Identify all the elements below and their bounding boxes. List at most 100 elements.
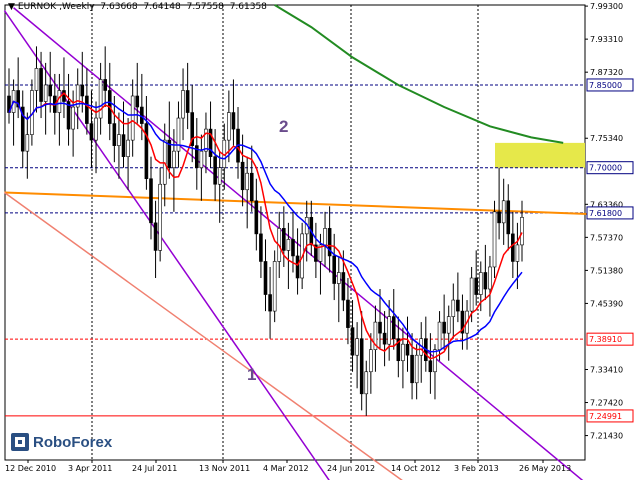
candle-body [249, 172, 254, 202]
candle-body [369, 349, 373, 373]
y-tick-label: 7.51380 [590, 266, 623, 275]
candle-body [286, 239, 291, 251]
candle-body [263, 261, 268, 295]
y-tick-label: 7.75340 [590, 134, 623, 143]
candle-body [48, 84, 53, 97]
x-tick-label: 26 May 2013 [519, 464, 571, 473]
candle-body [282, 228, 286, 251]
candle-body [62, 90, 66, 102]
candle-body [506, 200, 511, 235]
x-tick-label: 3 Feb 2013 [454, 464, 499, 473]
candle-body [355, 338, 359, 356]
y-tick-label: 7.33410 [590, 365, 623, 374]
broker-logo: RoboForex [10, 432, 112, 452]
level-price-label: 7.61800 [589, 209, 622, 218]
candle-body [231, 112, 236, 130]
level-price-label: 7.38910 [589, 335, 622, 344]
candle-body [153, 222, 158, 251]
candle-body [442, 321, 446, 334]
collapse-icon[interactable]: ▼ [8, 2, 15, 12]
candle-body [451, 299, 456, 317]
candle-body [254, 200, 259, 235]
candle-body [103, 79, 107, 91]
x-tick-label: 12 Dec 2010 [5, 464, 56, 473]
candle-body [364, 371, 369, 395]
x-tick-label: 3 Apr 2011 [68, 464, 112, 473]
logo-text: RoboForex [33, 433, 113, 451]
candle-body [185, 90, 190, 113]
open-value: 7.63668 [100, 2, 138, 12]
level-price-label: 7.70000 [589, 164, 622, 173]
blue-moving-average [8, 100, 523, 353]
candle-body [39, 68, 43, 102]
candle-body [433, 349, 437, 373]
candle-body [117, 134, 121, 146]
level-price-label: 7.85000 [589, 81, 622, 90]
candle-body [346, 299, 350, 328]
price-axis: 7.993007.933107.873207.753407.633607.573… [585, 2, 634, 441]
candle-body [336, 272, 341, 284]
candle-body [492, 211, 497, 268]
level-price-label: 7.24991 [589, 412, 622, 421]
y-tick-label: 7.45390 [590, 299, 623, 308]
orange-trendline [4, 191, 605, 216]
chart-header: ▼ EURNOK ,Weekly 7.63668 7.64148 7.57558 7… [8, 2, 267, 12]
candle-body [172, 150, 176, 168]
x-tick-label: 24 Jul 2011 [132, 464, 177, 473]
wave-label-2: 2 [279, 117, 289, 136]
candle-body [387, 316, 391, 345]
roboforex-logo-icon [11, 433, 29, 451]
candle-body [112, 123, 117, 146]
y-tick-label: 7.57370 [590, 233, 623, 242]
candle-body [213, 156, 217, 185]
candle-body [57, 90, 62, 113]
candle-body [98, 79, 103, 119]
candle-body [121, 134, 126, 157]
close-value: 7.61358 [229, 2, 267, 12]
high-value: 7.64148 [143, 2, 181, 12]
candle-body [410, 354, 414, 384]
candle-body [359, 338, 364, 395]
candle-body [217, 167, 222, 185]
candle-body [323, 228, 327, 246]
y-tick-label: 7.99300 [590, 2, 623, 11]
candle-body [478, 272, 483, 295]
candle-body [245, 172, 249, 191]
x-tick-label: 13 Nov 2011 [199, 464, 250, 473]
candle-body [71, 106, 75, 130]
candle-body [382, 332, 387, 345]
candle-body [511, 233, 515, 262]
y-tick-label: 7.27420 [590, 399, 623, 408]
candle-body [350, 327, 355, 356]
candle-body [135, 95, 140, 108]
candle-body [176, 117, 181, 152]
candle-body [158, 183, 162, 251]
candle-body [85, 95, 89, 124]
candle-body [501, 200, 506, 224]
candle-body [240, 161, 245, 191]
candle-body [94, 117, 98, 141]
candle-body [456, 299, 460, 312]
candle-body [401, 343, 405, 362]
x-tick-label: 4 Mar 2012 [263, 464, 309, 473]
chart-window: 7.99300 7.93310 7.87320 7.75340 7.63360 7.573… [0, 0, 640, 480]
candle-body [341, 272, 346, 301]
candle-body [332, 255, 337, 284]
candle-body [204, 128, 208, 152]
candle-body [428, 360, 433, 373]
candle-body [149, 178, 153, 224]
wave-label-1: 1 [247, 365, 257, 384]
y-tick-label: 7.21430 [590, 432, 623, 441]
timeframe-label: Weekly [62, 2, 95, 12]
candles [7, 46, 524, 416]
candle-body [515, 244, 520, 262]
candle-body [268, 294, 272, 312]
candle-body [126, 139, 130, 157]
green-moving-average [274, 4, 564, 144]
price-chart: 7.993007.933107.873207.753407.633607.573… [3, 2, 634, 480]
candle-body [474, 277, 478, 295]
y-tick-label: 7.87320 [590, 68, 623, 77]
candle-body [295, 255, 300, 279]
candle-body [520, 217, 524, 246]
y-tick-label: 7.93310 [590, 35, 623, 44]
